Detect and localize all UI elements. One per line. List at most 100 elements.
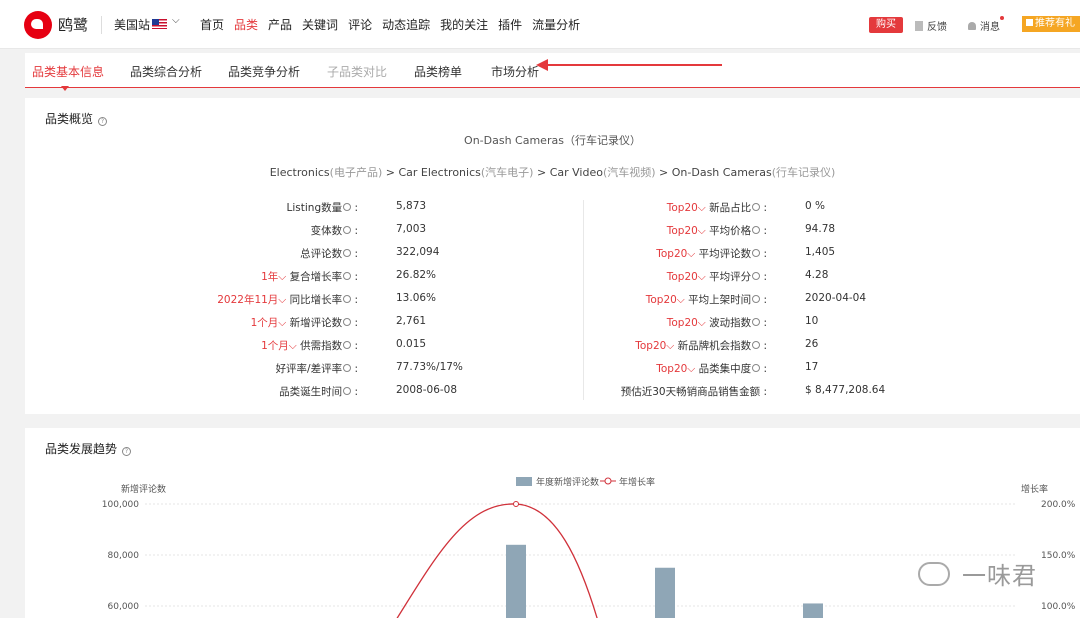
help-icon[interactable] — [752, 203, 761, 211]
period-dropdown[interactable]: Top20⌵ — [656, 363, 698, 375]
y-axis-right-title: 增长率 — [1021, 483, 1048, 495]
menu-item-category[interactable]: 品类 — [234, 16, 258, 33]
period-dropdown[interactable]: Top20⌵ — [667, 202, 709, 214]
tab-market-analysis[interactable]: 市场分析 — [491, 63, 539, 80]
period-dropdown[interactable]: Top20⌵ — [656, 248, 698, 260]
colon: : — [760, 271, 767, 283]
breadcrumb-item-zh: (汽车电子) — [480, 166, 534, 179]
colon: : — [760, 202, 767, 214]
period-dropdown[interactable]: Top20⌵ — [667, 225, 709, 237]
metric-label-right: 预估近30天畅销商品销售金额 : — [25, 384, 767, 400]
divider — [101, 16, 102, 34]
breadcrumb-item[interactable]: Car Electronics — [398, 166, 480, 179]
help-icon[interactable] — [752, 341, 761, 349]
period-dropdown[interactable]: Top20⌵ — [635, 340, 677, 352]
recommend-label: 推荐有礼 — [1035, 18, 1075, 29]
messages-link[interactable]: 消息 — [968, 16, 1004, 33]
legend-line-label: 年增长率 — [619, 476, 655, 488]
breadcrumb-item[interactable]: On-Dash Cameras — [672, 166, 772, 179]
metric-label-right: Top20⌵ 平均上架时间 : — [25, 292, 767, 308]
bell-icon — [968, 22, 976, 30]
category-trend-panel: 品类发展趋势? 年度新增评论数 年增长率 新增评论数 增长率 100,000 200.0%… — [25, 428, 1080, 618]
metric-name: 新品占比 — [709, 202, 752, 214]
category-overview-panel: 品类概览? On-Dash Cameras（行车记录仪） Electronics… — [25, 98, 1080, 414]
period-dropdown[interactable]: Top20⌵ — [667, 317, 709, 329]
colon: : — [760, 340, 767, 352]
tab-subcategory-compare[interactable]: 子品类对比 — [327, 63, 387, 80]
chevron-down-icon[interactable]: ⌵ — [172, 15, 180, 26]
colon: : — [760, 248, 767, 260]
metric-label-right: Top20⌵ 新品占比 : — [25, 200, 767, 216]
menu-item-home[interactable]: 首页 — [200, 16, 224, 33]
breadcrumb-item[interactable]: Electronics — [270, 166, 330, 179]
legend-bar-label: 年度新增评论数 — [536, 476, 599, 488]
colon: : — [760, 363, 767, 375]
trend-chart: 年度新增评论数 年增长率新增评论数 增长率 100,000 200.0% 80,000 15… — [102, 476, 1076, 618]
menu-item-product[interactable]: 产品 — [268, 16, 292, 33]
period-dropdown[interactable]: Top20⌵ — [667, 271, 709, 283]
menu-item-keyword[interactable]: 关键词 — [302, 16, 338, 33]
tab-overall-analysis[interactable]: 品类综合分析 — [130, 63, 202, 80]
metric-name: 预估近30天畅销商品销售金额 — [620, 386, 761, 398]
us-flag-icon — [152, 19, 167, 29]
menu-item-traffic[interactable]: 流量分析 — [532, 16, 580, 33]
growth-point — [513, 501, 519, 507]
bar — [655, 567, 675, 618]
y-left-tick: 60,000 — [108, 602, 140, 612]
recommend-button[interactable]: 推荐有礼 — [1022, 16, 1080, 32]
buy-button[interactable]: 购买 — [869, 17, 903, 33]
help-icon[interactable] — [752, 226, 761, 234]
tab-competition-analysis[interactable]: 品类竞争分析 — [228, 63, 300, 80]
help-icon[interactable] — [752, 249, 761, 257]
y-left-tick: 80,000 — [108, 551, 140, 561]
metric-label-right: Top20⌵ 平均评分 : — [25, 269, 767, 285]
help-icon[interactable] — [752, 295, 761, 303]
metric-label-right: Top20⌵ 平均评论数 : — [25, 246, 767, 262]
help-icon[interactable] — [752, 318, 761, 326]
logo-icon[interactable] — [24, 11, 52, 39]
legend-line-marker — [604, 477, 612, 485]
breadcrumb-item-zh: (行车记录仪) — [771, 166, 836, 179]
top-nav: 鸥鹭 美国站 ⌵ 首页 品类 产品 关键词 评论 动态追踪 我的关注 插件 流量… — [0, 0, 1080, 49]
metric-label-right: Top20⌵ 波动指数 : — [25, 315, 767, 331]
metric-name: 平均评分 — [709, 271, 752, 283]
metric-label-right: Top20⌵ 品类集中度 : — [25, 361, 767, 377]
metric-name: 新品牌机会指数 — [677, 340, 752, 352]
annotation-arrow — [536, 59, 722, 71]
help-icon[interactable] — [752, 272, 761, 280]
breadcrumb: Electronics(电子产品) > Car Electronics(汽车电子… — [269, 166, 836, 179]
breadcrumb-item-zh: (汽车视频) — [602, 166, 656, 179]
feedback-link[interactable]: 反馈 — [915, 18, 947, 33]
menu-item-plugin[interactable]: 插件 — [498, 16, 522, 33]
bar — [803, 603, 823, 618]
overview-title: 品类概览? — [45, 110, 108, 127]
help-icon[interactable] — [752, 364, 761, 372]
y-right-tick: 150.0% — [1041, 551, 1076, 561]
menu-item-review[interactable]: 评论 — [348, 16, 372, 33]
brand-name[interactable]: 鸥鹭 — [58, 14, 88, 35]
y-right-tick: 200.0% — [1041, 500, 1076, 510]
metric-name: 波动指数 — [709, 317, 752, 329]
watermark: 一味君 — [962, 562, 1037, 590]
menu-item-follow[interactable]: 我的关注 — [440, 16, 488, 33]
sub-tabs: 品类基本信息 品类综合分析 品类竞争分析 子品类对比 品类榜单 市场分析 — [25, 53, 1080, 91]
bar — [506, 544, 526, 618]
colon: : — [760, 225, 767, 237]
tab-basic-info[interactable]: 品类基本信息 — [32, 63, 104, 80]
wechat-icon — [918, 562, 950, 586]
breadcrumb-item[interactable]: Car Video — [550, 166, 603, 179]
tab-category-ranking[interactable]: 品类榜单 — [414, 63, 462, 80]
menu-item-tracking[interactable]: 动态追踪 — [382, 16, 430, 33]
site-selector[interactable]: 美国站 — [114, 16, 150, 33]
category-name: On-Dash Cameras（行车记录仪） — [464, 134, 641, 147]
y-axis-left-title: 新增评论数 — [121, 483, 166, 495]
growth-line — [396, 503, 598, 618]
colon: : — [760, 294, 767, 306]
y-right-tick: 100.0% — [1041, 602, 1076, 612]
feedback-icon — [915, 21, 923, 31]
messages-label: 消息 — [980, 22, 1000, 33]
colon: : — [760, 386, 767, 398]
metric-label-right: Top20⌵ 新品牌机会指数 : — [25, 338, 767, 354]
period-dropdown[interactable]: Top20⌵ — [646, 294, 688, 306]
help-icon[interactable]: ? — [98, 117, 108, 126]
